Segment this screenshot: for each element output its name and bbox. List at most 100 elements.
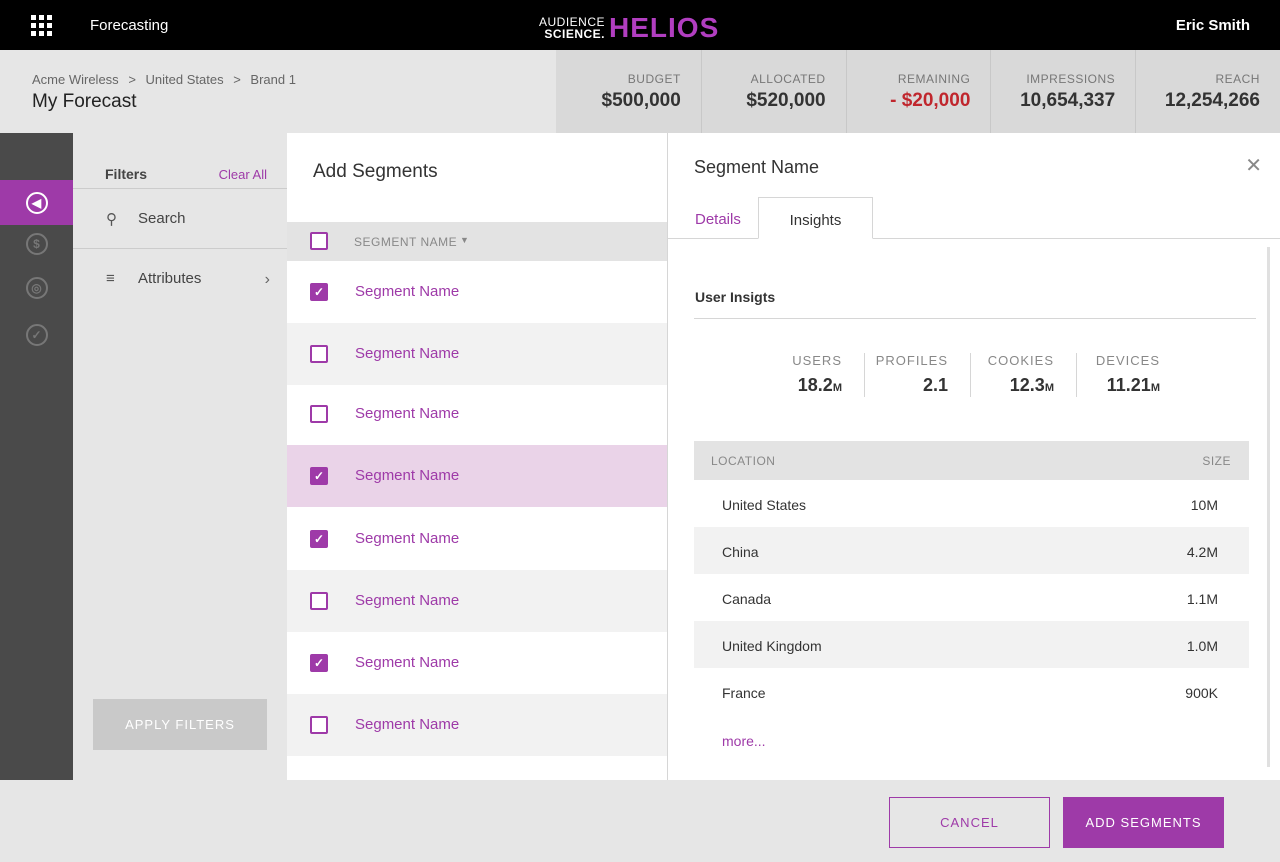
user-menu[interactable]: Eric Smith [1176,17,1250,34]
segments-title: Add Segments [313,161,438,182]
metric-value: 18.2M [758,375,842,396]
page-header: Acme Wireless > United States > Brand 1 … [0,50,556,133]
location-size: 1.0M [1186,638,1218,654]
stat-remaining: REMAINING - $20,000 [845,50,991,133]
segment-row-selected[interactable]: ✓ Segment Name [287,445,667,507]
segment-row[interactable]: Segment Name [287,383,667,445]
insights-title: User Insigts [695,289,776,305]
clear-all-link[interactable]: Clear All [219,167,267,182]
location-size: 900K [1185,685,1218,701]
filter-search[interactable]: ⚲ Search [73,188,287,248]
stat-value: 10,654,337 [1020,90,1116,111]
filter-attributes-label: Attributes [138,270,202,287]
nav-budget[interactable]: $ [0,221,73,266]
metric-value: 12.3M [971,375,1054,396]
segment-row[interactable]: ✓ Segment Name [287,508,667,570]
brand-small-bottom: SCIENCE. [544,27,606,41]
metric-value: 2.1 [865,375,948,396]
add-segments-button[interactable]: ADD SEGMENTS [1063,797,1224,848]
segment-row[interactable]: Segment Name [287,694,667,756]
segments-table-header: SEGMENT NAME ▼ [287,222,667,261]
top-bar: Forecasting AUDIENCE SCIENCE. HELIOS Eri… [0,0,1280,50]
breadcrumb-item[interactable]: United States [146,72,224,87]
breadcrumb-item[interactable]: Brand 1 [250,72,296,87]
brand-logo: AUDIENCE SCIENCE. HELIOS [539,12,719,44]
segment-row[interactable]: ✓ Segment Name [287,261,667,323]
metric-number: 2.1 [922,375,948,395]
column-header-segment-name[interactable]: SEGMENT NAME [354,235,457,249]
more-locations-link[interactable]: more... [722,733,766,749]
location-name: United Kingdom [722,638,822,654]
segment-checkbox[interactable] [310,716,328,734]
location-table-header: LOCATION SIZE [694,441,1249,480]
segment-name[interactable]: Segment Name [355,345,459,362]
location-name: Canada [722,591,772,607]
segment-name[interactable]: Segment Name [355,283,459,300]
metric-unit: M [1044,382,1054,394]
close-icon[interactable]: ✕ [1245,153,1262,178]
metric-label: COOKIES [987,353,1054,368]
location-row: United Kingdom 1.0M [694,621,1249,668]
brand-wordmark-small: AUDIENCE SCIENCE. [539,16,605,40]
megaphone-icon: ◀ [25,191,48,214]
stat-impressions: IMPRESSIONS 10,654,337 [990,50,1136,133]
select-all-checkbox[interactable] [310,232,328,250]
metric-number: 11.21 [1106,375,1151,395]
segment-row[interactable]: Segment Name [287,570,667,632]
location-row: Canada 1.1M [694,574,1249,621]
metric-label: DEVICES [1095,353,1160,368]
stat-reach: REACH 12,254,266 [1135,50,1280,133]
segment-checkbox[interactable] [310,405,328,423]
nav-campaigns[interactable]: ◀ [0,180,73,225]
breadcrumb: Acme Wireless > United States > Brand 1 [32,72,296,87]
cancel-button[interactable]: CANCEL [889,797,1050,848]
segment-name[interactable]: Segment Name [355,405,459,422]
stat-label: REMAINING [897,72,971,86]
location-size: 10M [1190,497,1218,513]
metric-number: 18.2 [797,375,833,395]
segment-name[interactable]: Segment Name [355,592,459,609]
metric-label: PROFILES [875,353,948,368]
segment-name[interactable]: Segment Name [355,654,459,671]
segment-checkbox[interactable]: ✓ [310,530,328,548]
detail-title: Segment Name [694,157,820,177]
metric-unit: M [832,382,842,394]
segment-checkbox[interactable] [310,345,328,363]
stat-label: BUDGET [627,72,681,86]
tab-insights[interactable]: Insights [758,197,873,239]
location-name: United States [722,497,807,513]
column-header-location: LOCATION [711,454,776,468]
location-row: United States 10M [694,480,1249,527]
filters-title: Filters [105,166,148,182]
segment-row[interactable]: ✓ Segment Name [287,632,667,694]
location-row: China 4.2M [694,527,1249,574]
segment-name[interactable]: Segment Name [355,716,459,733]
detail-scrollbar[interactable] [1267,247,1270,767]
segment-row[interactable]: Segment Name [287,323,667,385]
metric-number: 12.3 [1009,375,1045,395]
nav-targeting[interactable]: ◎ [0,265,73,310]
stat-label: IMPRESSIONS [1026,72,1116,86]
apply-filters-button[interactable]: APPLY FILTERS [93,699,267,750]
app-name: Forecasting [90,17,169,34]
tab-details[interactable]: Details [695,197,741,239]
checklist-icon: ✓ [25,323,48,346]
sort-desc-icon[interactable]: ▼ [460,235,469,245]
location-size: 4.2M [1186,544,1218,560]
metric-devices: DEVICES 11.21M [1076,353,1182,397]
metric-cookies: COOKIES 12.3M [970,353,1076,397]
metric-label: USERS [792,353,842,368]
segment-checkbox[interactable]: ✓ [310,467,328,485]
segment-checkbox[interactable]: ✓ [310,654,328,672]
segment-checkbox[interactable]: ✓ [310,283,328,301]
search-icon: ⚲ [106,210,117,228]
app-grid-icon[interactable] [31,15,52,36]
footer-actions: CANCEL ADD SEGMENTS [0,780,1280,862]
nav-tasks[interactable]: ✓ [0,312,73,357]
location-size: 1.1M [1186,591,1218,607]
segment-name[interactable]: Segment Name [355,530,459,547]
breadcrumb-item[interactable]: Acme Wireless [32,72,119,87]
filter-attributes[interactable]: ≡ Attributes › [73,248,287,308]
segment-checkbox[interactable] [310,592,328,610]
segment-name[interactable]: Segment Name [355,467,459,484]
